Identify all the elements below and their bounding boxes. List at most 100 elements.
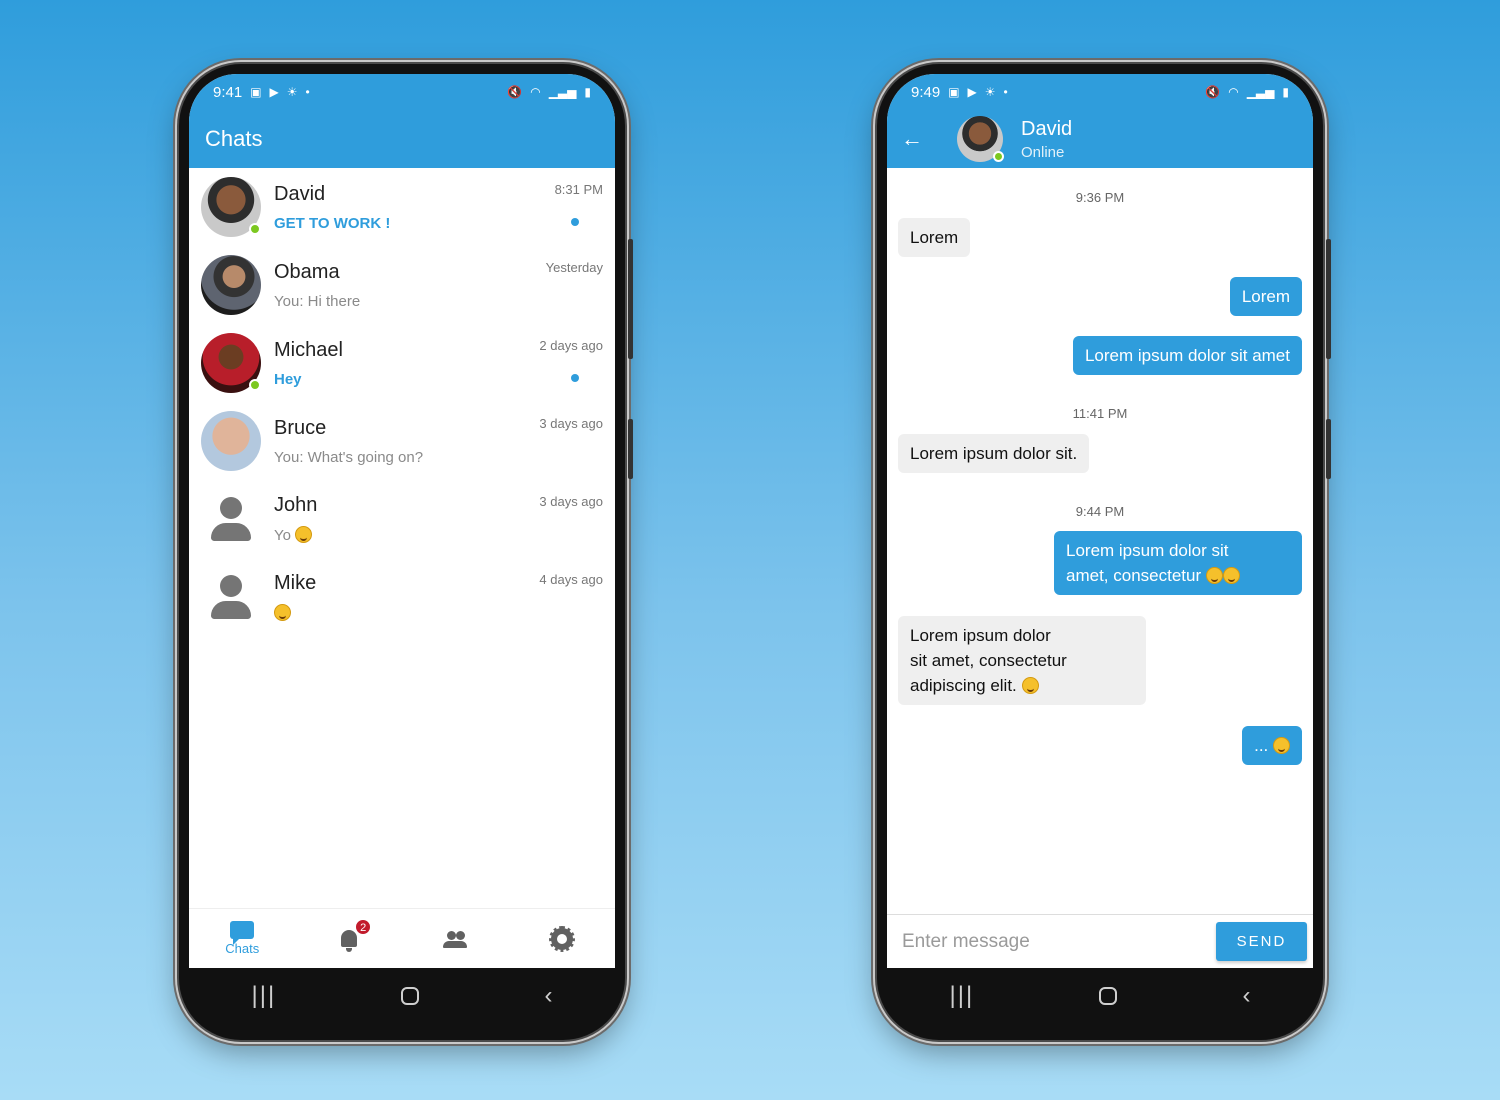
chat-item-bruce[interactable]: Bruce You: What's going on? 3 days ago: [189, 402, 615, 480]
message-composer: SEND: [887, 914, 1313, 968]
youtube-icon: ▶: [967, 85, 977, 99]
chat-time: 3 days ago: [539, 494, 603, 509]
back-arrow-icon[interactable]: ←: [901, 126, 945, 152]
battery-icon: ▮: [1282, 85, 1289, 99]
timestamp: 11:41 PM: [1072, 406, 1128, 421]
bell-icon: [340, 930, 357, 952]
mute-icon: 🔇: [1205, 85, 1221, 99]
contact-status: Online: [1021, 143, 1065, 161]
chat-time: 4 days ago: [539, 572, 603, 587]
message-outgoing: Lorem: [1229, 277, 1302, 316]
chat-item-obama[interactable]: Obama You: Hi there Yesterday: [189, 246, 615, 324]
volume-button: [1326, 239, 1331, 359]
chat-item-michael[interactable]: Michael Hey 2 days ago: [189, 324, 615, 402]
gallery-icon: ▣: [948, 85, 960, 99]
contact-name: David: [1021, 117, 1073, 140]
avatar: [201, 177, 261, 237]
chat-time: 2 days ago: [539, 338, 603, 353]
weather-icon: ☀: [984, 85, 996, 99]
wifi-icon: ◠: [530, 85, 541, 99]
message-incoming: Lorem ipsum dolor sit amet, consectetur …: [898, 616, 1146, 705]
message-input[interactable]: [902, 930, 1216, 953]
chat-item-mike[interactable]: Mike 4 days ago: [189, 558, 615, 636]
chat-time: 3 days ago: [539, 416, 603, 431]
bottom-nav: Chats 2: [189, 908, 615, 968]
gear-icon: [548, 925, 575, 952]
message-line: Lorem ipsum dolor sit: [1066, 541, 1229, 560]
chat-icon: [230, 921, 255, 945]
phone-chat-list: 9:41 ▣ ▶ ☀ • 🔇 ◠ ▁▃▅ ▮ Chats David GET T…: [179, 64, 633, 1040]
chat-list: David GET TO WORK ! 8:31 PM Obama You: H…: [189, 168, 615, 636]
smile-emoji-icon: [274, 604, 291, 621]
online-indicator: [249, 379, 261, 391]
message-line-with-emoji: adipiscing elit.: [910, 673, 1134, 698]
mute-icon: 🔇: [507, 85, 523, 99]
contact-avatar[interactable]: [957, 116, 1004, 162]
person-icon: [211, 575, 251, 619]
chat-preview: [274, 604, 605, 622]
online-indicator: [249, 223, 261, 235]
message-line: ...: [1254, 736, 1269, 755]
laugh-emoji-icon: [1273, 737, 1290, 754]
avatar: [201, 333, 261, 393]
avatar: [201, 411, 261, 471]
grin-emoji-icon: [1222, 567, 1240, 584]
sad-emoji-icon: [1021, 677, 1039, 694]
avatar: [201, 255, 261, 315]
gallery-icon: ▣: [250, 85, 262, 99]
home-icon[interactable]: [401, 986, 420, 1005]
avatar: [201, 567, 261, 627]
people-icon: [443, 930, 468, 948]
grin-emoji-icon: [1205, 567, 1223, 584]
chat-time: Yesterday: [545, 260, 603, 275]
message-line-with-emoji: amet, consectetur: [1066, 563, 1290, 588]
chat-preview: Yo: [274, 526, 605, 544]
nav-chats[interactable]: Chats: [189, 909, 296, 968]
back-icon[interactable]: ‹: [1242, 982, 1250, 1010]
chat-preview: You: Hi there: [274, 292, 361, 310]
page-title: Chats: [205, 126, 263, 151]
home-icon[interactable]: [1099, 986, 1118, 1005]
chat-preview: You: What's going on?: [274, 448, 424, 466]
volume-button: [628, 239, 633, 359]
send-button[interactable]: SEND: [1216, 922, 1307, 961]
timestamp: 9:44 PM: [1075, 504, 1125, 519]
signal-icon: ▁▃▅: [548, 85, 577, 99]
screen: 9:41 ▣ ▶ ☀ • 🔇 ◠ ▁▃▅ ▮ Chats David GET T…: [189, 74, 615, 968]
message-line: Lorem ipsum dolor: [910, 626, 1051, 645]
message-line: sit amet, consectetur: [910, 651, 1067, 670]
dot-icon: •: [1003, 85, 1008, 99]
power-button: [628, 419, 633, 479]
chat-preview-text: Yo: [274, 527, 291, 544]
nav-contacts[interactable]: [402, 909, 509, 968]
message-line: amet, consectetur: [1066, 566, 1202, 585]
back-icon[interactable]: ‹: [544, 982, 552, 1010]
person-icon: [211, 497, 251, 541]
wifi-icon: ◠: [1228, 85, 1239, 99]
message-incoming: Lorem: [898, 218, 971, 257]
unread-indicator: [571, 218, 579, 226]
notification-badge: 2: [355, 919, 372, 935]
recents-icon[interactable]: |||: [252, 982, 277, 1010]
system-nav: ||| ‹: [887, 968, 1313, 1023]
chat-time: 8:31 PM: [554, 182, 603, 197]
status-time: 9:41: [213, 83, 243, 101]
screen: 9:49 ▣ ▶ ☀ • 🔇 ◠ ▁▃▅ ▮ ← David Online 9:…: [887, 74, 1313, 968]
chat-item-john[interactable]: John Yo 3 days ago: [189, 480, 615, 558]
message-line: adipiscing elit.: [910, 676, 1017, 695]
nav-settings[interactable]: [509, 909, 616, 968]
phone-conversation: 9:49 ▣ ▶ ☀ • 🔇 ◠ ▁▃▅ ▮ ← David Online 9:…: [877, 64, 1331, 1040]
unread-indicator: [571, 374, 579, 382]
chat-item-david[interactable]: David GET TO WORK ! 8:31 PM: [189, 168, 615, 246]
battery-icon: ▮: [584, 85, 591, 99]
message-outgoing: Lorem ipsum dolor sit amet: [1072, 336, 1302, 375]
recents-icon[interactable]: |||: [950, 982, 975, 1010]
message-outgoing: Lorem ipsum dolor sit amet, consectetur: [1054, 531, 1302, 595]
grin-emoji-icon: [295, 526, 313, 543]
signal-icon: ▁▃▅: [1246, 85, 1275, 99]
dot-icon: •: [305, 85, 310, 99]
conversation-header: ← David Online: [887, 110, 1313, 168]
nav-notifications[interactable]: 2: [296, 909, 403, 968]
power-button: [1326, 419, 1331, 479]
avatar: [201, 489, 261, 549]
